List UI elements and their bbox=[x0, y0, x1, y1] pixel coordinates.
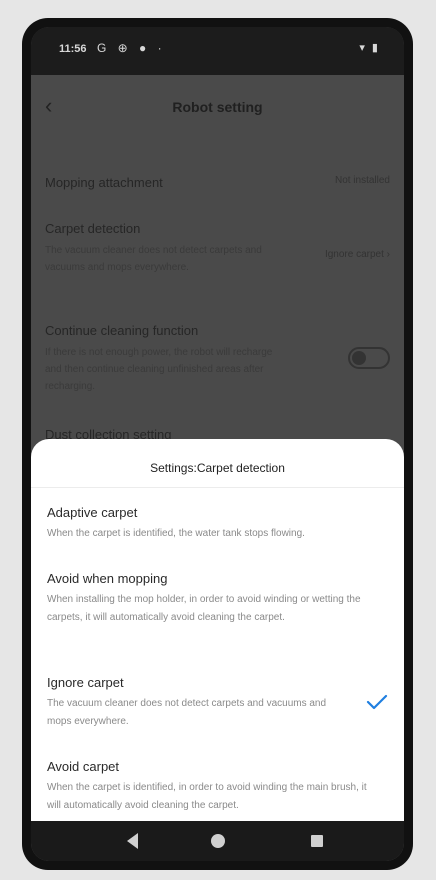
sheet-title: Settings:Carpet detection bbox=[150, 461, 285, 475]
setting-title: Continue cleaning function bbox=[45, 323, 199, 338]
screen: 11:56 G ⊕ ● · ▾ ▮ ‹ Robot setting Moppin… bbox=[31, 27, 404, 861]
option-title: Avoid carpet bbox=[47, 759, 120, 774]
setting-row-mopping-attachment[interactable]: Mopping attachment Not installed bbox=[45, 175, 390, 190]
system-nav-bar bbox=[31, 821, 404, 861]
option-title: Ignore carpet bbox=[47, 675, 124, 690]
notification-icons: G ⊕ ● · bbox=[97, 41, 166, 55]
option-avoid-carpet[interactable]: Avoid carpet When the carpet is identifi… bbox=[47, 759, 388, 815]
setting-value: Not installed bbox=[334, 175, 390, 186]
option-desc: When installing the mop holder, in order… bbox=[47, 594, 361, 623]
status-time: 11:56 bbox=[59, 43, 87, 55]
toggle-knob bbox=[352, 351, 366, 365]
option-desc: The vacuum cleaner does not detect carpe… bbox=[47, 698, 327, 727]
app-header: ‹ Robot setting bbox=[31, 75, 404, 135]
checkmark-icon bbox=[366, 694, 388, 710]
continue-cleaning-toggle[interactable] bbox=[348, 347, 390, 369]
carpet-detection-sheet: Settings:Carpet detection Adaptive carpe… bbox=[31, 439, 404, 821]
wifi-battery-icons: ▾ ▮ bbox=[359, 42, 380, 54]
setting-desc: If there is not enough power, the robot … bbox=[45, 347, 273, 392]
option-title: Adaptive carpet bbox=[47, 505, 138, 520]
home-circle-icon[interactable] bbox=[211, 834, 225, 848]
recents-square-icon[interactable] bbox=[311, 835, 323, 847]
option-avoid-when-mopping[interactable]: Avoid when mopping When installing the m… bbox=[47, 571, 388, 627]
page-title: Robot setting bbox=[172, 99, 263, 115]
setting-row-carpet-detection[interactable]: Carpet detection The vacuum cleaner does… bbox=[45, 221, 390, 276]
setting-value: Ignore carpet › bbox=[324, 249, 390, 260]
option-title: Avoid when mopping bbox=[47, 571, 168, 586]
setting-desc: The vacuum cleaner does not detect carpe… bbox=[45, 245, 262, 273]
setting-title: Carpet detection bbox=[45, 221, 141, 236]
setting-row-continue-cleaning[interactable]: Continue cleaning function If there is n… bbox=[45, 323, 390, 395]
phone-frame: 11:56 G ⊕ ● · ▾ ▮ ‹ Robot setting Moppin… bbox=[22, 18, 413, 870]
status-bar: 11:56 G ⊕ ● · ▾ ▮ bbox=[31, 27, 404, 75]
option-ignore-carpet[interactable]: Ignore carpet The vacuum cleaner does no… bbox=[47, 675, 388, 731]
back-triangle-icon[interactable] bbox=[127, 833, 138, 849]
option-adaptive-carpet[interactable]: Adaptive carpet When the carpet is ident… bbox=[47, 505, 388, 543]
divider bbox=[31, 487, 404, 488]
option-desc: When the carpet is identified, the water… bbox=[47, 528, 305, 539]
option-desc: When the carpet is identified, in order … bbox=[47, 782, 367, 811]
